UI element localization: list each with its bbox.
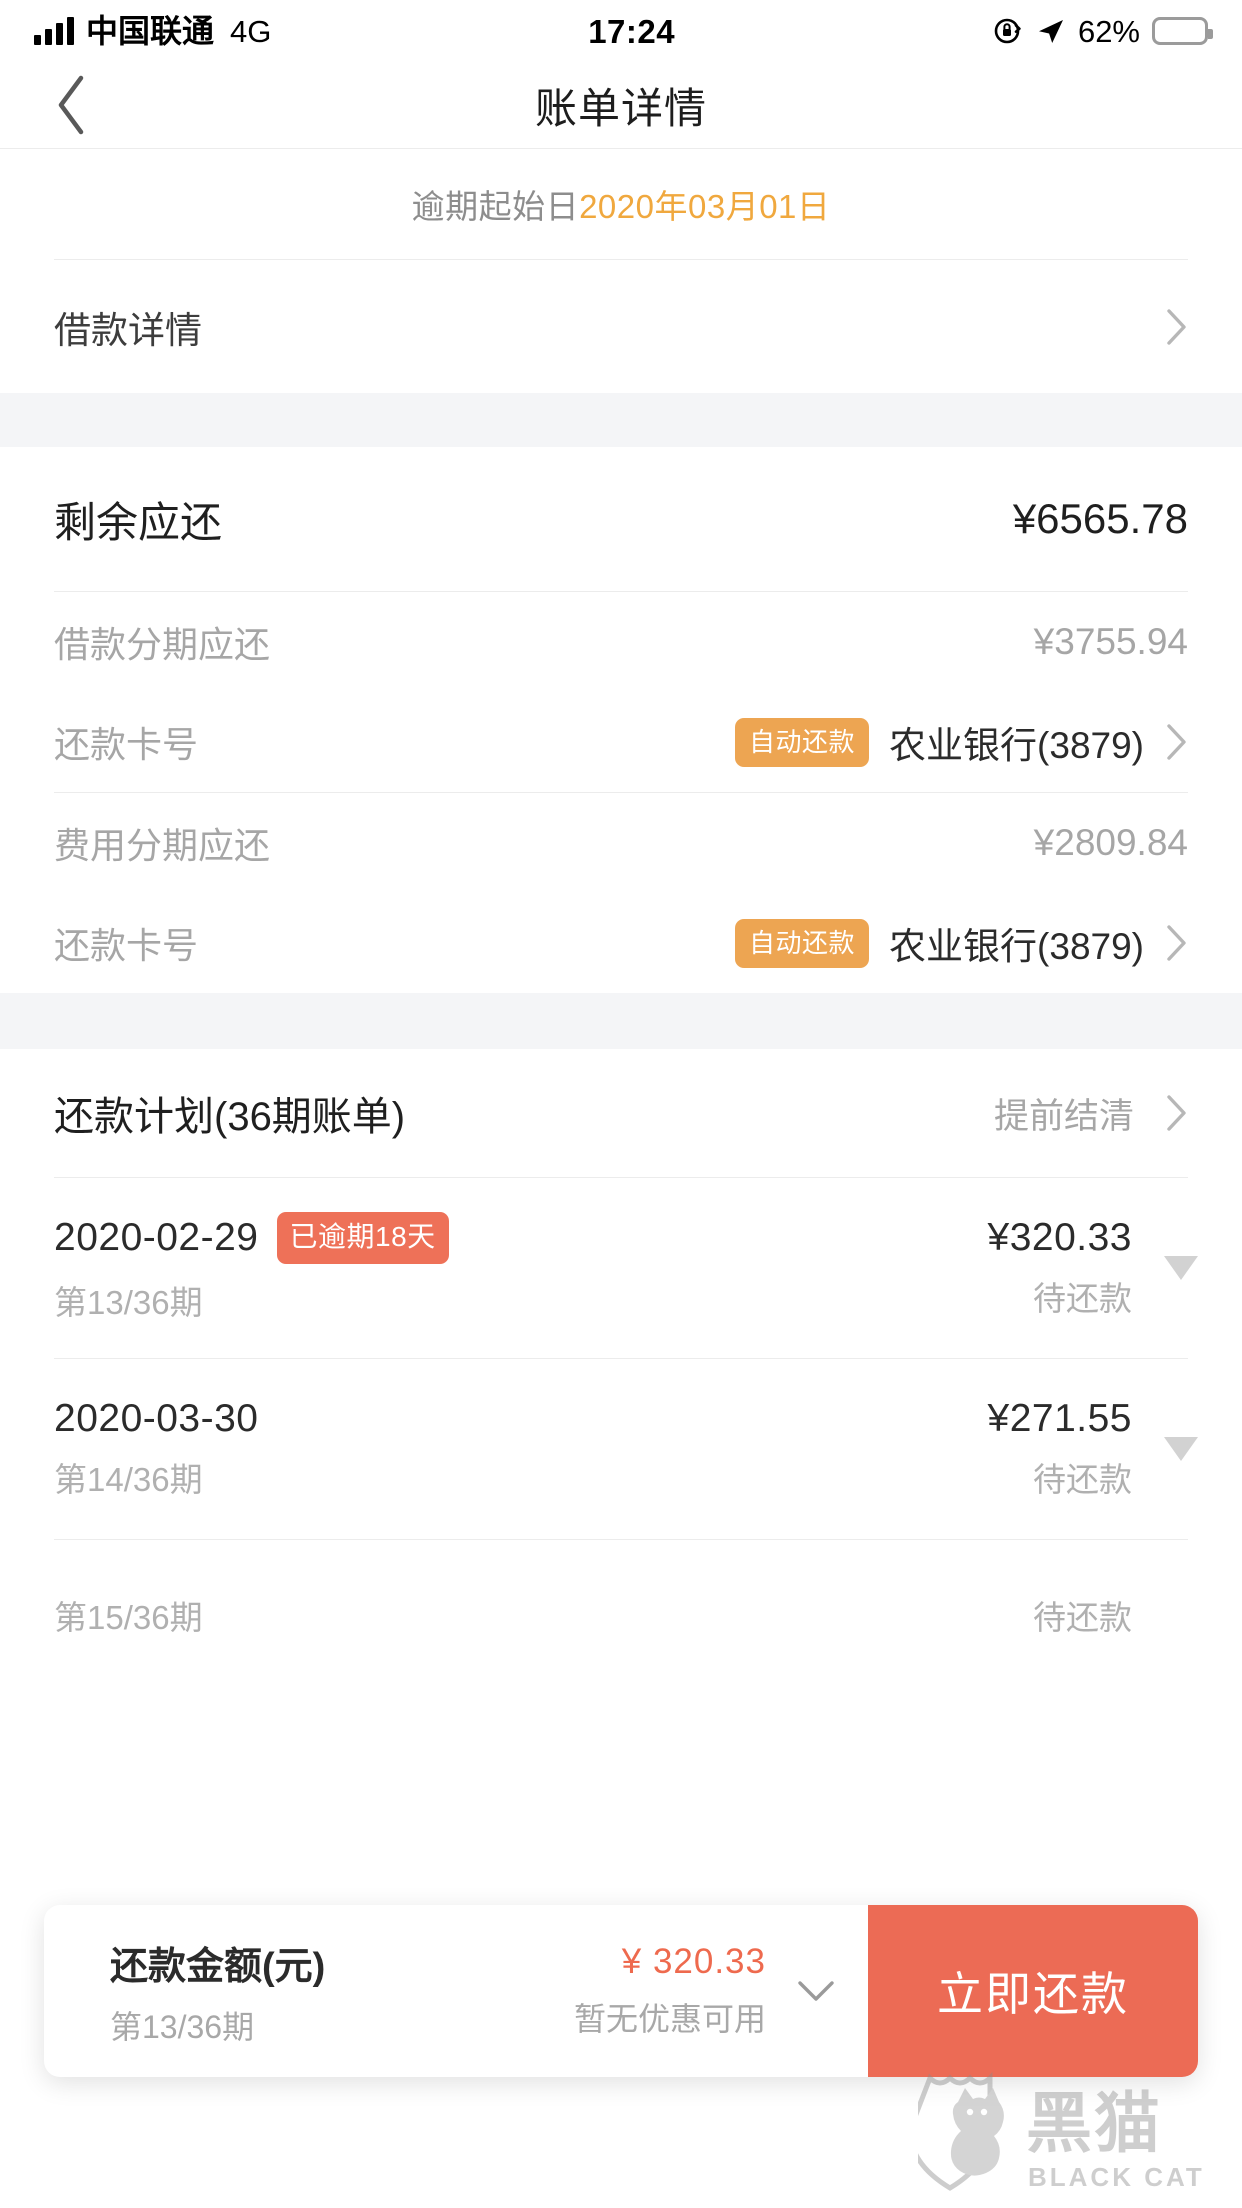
chevron-right-icon (1166, 924, 1188, 962)
repayment-price-col: ¥ 320.33 暂无优惠可用 (574, 1942, 766, 2040)
repayment-price-block[interactable]: ¥ 320.33 暂无优惠可用 (574, 1905, 868, 2077)
installment-amount: ¥271.55 (987, 1397, 1132, 1440)
auto-repay-badge: 自动还款 (735, 717, 870, 767)
principal-repay-card-label: 还款卡号 (54, 724, 199, 765)
auto-repay-badge: 自动还款 (735, 918, 870, 968)
installment-term: 第13/36期 (54, 1284, 203, 1321)
loan-detail-label: 借款详情 (54, 309, 202, 351)
installment-date: 2020-02-29 (54, 1216, 259, 1259)
nav-bar: 账单详情 (0, 62, 1242, 148)
installment-row[interactable]: 2020-03-30 第14/36期 ¥271.55 待还款 (0, 1359, 1242, 1539)
battery-icon (1152, 17, 1213, 45)
installment-date-wrap: 2020-03-30 (54, 1397, 259, 1441)
installment-left: 2020-03-30 第14/36期 (54, 1397, 259, 1501)
carrier-label: 中国联通 (86, 13, 215, 49)
content-scroll[interactable]: 逾期起始日 2020年03月01日 借款详情 剩余应还 ¥6565.78 借款分… (0, 148, 1242, 1690)
status-bar-center: 17:24 (271, 15, 992, 48)
remaining-due-row: 剩余应还 ¥6565.78 (0, 447, 1242, 591)
repayment-price: ¥ 320.33 (621, 1942, 766, 1981)
chevron-left-icon (54, 74, 88, 136)
fee-repay-card-row[interactable]: 还款卡号 自动还款 农业银行(3879) (0, 893, 1242, 993)
installment-amount: ¥320.33 (987, 1216, 1132, 1259)
rotation-lock-icon (992, 15, 1024, 47)
overdue-start-banner: 逾期起始日 2020年03月01日 (0, 149, 1242, 259)
installment-right: ¥271.55 待还款 (988, 1397, 1188, 1501)
repayment-promo-text: 暂无优惠可用 (573, 2001, 766, 2037)
location-arrow-icon (1036, 16, 1066, 46)
fee-installment-row: 费用分期应还 ¥2809.84 (0, 793, 1242, 893)
svg-text:黑猫: 黑猫 (1026, 2086, 1162, 2160)
section-gap-1 (0, 393, 1242, 447)
clock-label: 17:24 (588, 12, 676, 50)
network-mode-label: 4G (230, 13, 272, 49)
installment-status: 待还款 (1033, 1461, 1132, 1498)
repayment-amount-block: 还款金额(元) 第13/36期 (44, 1905, 325, 2077)
overdue-start-date: 2020年03月01日 (579, 188, 831, 225)
fee-repay-card-value: 农业银行(3879) (889, 926, 1144, 967)
repayment-action-bar: 还款金额(元) 第13/36期 ¥ 320.33 暂无优惠可用 立即还款 (44, 1905, 1198, 2077)
svg-text:BLACK CAT: BLACK CAT (1028, 2162, 1205, 2192)
back-button[interactable] (36, 70, 106, 140)
early-settlement-link[interactable]: 提前结清 (994, 1088, 1134, 1139)
status-bar-left: 中国联通 4G (34, 15, 271, 47)
installment-status: 待还款 (1033, 1280, 1132, 1317)
fee-installment-label: 费用分期应还 (54, 825, 271, 866)
triangle-down-icon[interactable] (1164, 1256, 1198, 1280)
overdue-start-label: 逾期起始日 (411, 188, 580, 225)
status-bar: 中国联通 4G 17:24 62% (0, 0, 1242, 62)
installment-term: 第15/36期 (54, 1599, 203, 1636)
overdue-badge: 已逾期18天 (276, 1212, 449, 1264)
installment-row[interactable]: 2020-02-29 已逾期18天 第13/36期 ¥320.33 待还款 (0, 1178, 1242, 1358)
principal-repay-card-row[interactable]: 还款卡号 自动还款 农业银行(3879) (0, 692, 1242, 792)
chevron-right-icon (1166, 1094, 1188, 1132)
repayment-amount-title: 还款金额(元) (110, 1945, 326, 1988)
chevron-right-icon (1166, 723, 1188, 761)
section-gap-2 (0, 993, 1242, 1049)
signal-bars-icon (34, 16, 74, 45)
repayment-plan-title: 还款计划(36期账单) (54, 1095, 406, 1139)
battery-percent-label: 62% (1077, 13, 1140, 49)
loan-detail-row[interactable]: 借款详情 (0, 260, 1242, 393)
principal-repay-card-value: 农业银行(3879) (889, 725, 1144, 766)
principal-installment-row: 借款分期应还 ¥3755.94 (0, 592, 1242, 692)
installment-term: 第14/36期 (54, 1461, 203, 1498)
chevron-right-icon (1166, 308, 1188, 346)
installment-left: 第15/36期 (54, 1591, 203, 1639)
installment-date: 2020-03-30 (54, 1397, 259, 1440)
pay-now-button[interactable]: 立即还款 (868, 1905, 1198, 2077)
installment-left: 2020-02-29 已逾期18天 第13/36期 (54, 1212, 449, 1324)
chevron-down-icon[interactable] (796, 1978, 836, 2004)
installment-status: 待还款 (1033, 1599, 1132, 1636)
remaining-due-value: ¥6565.78 (1012, 495, 1188, 542)
installment-right: 待还款 (1033, 1591, 1188, 1639)
repayment-plan-header-row[interactable]: 还款计划(36期账单) 提前结清 (0, 1049, 1242, 1177)
remaining-due-label: 剩余应还 (54, 498, 223, 546)
installment-right: ¥320.33 待还款 (988, 1216, 1188, 1320)
black-cat-shield-icon: 黑猫 BLACK CAT (918, 2071, 1205, 2192)
installment-row[interactable]: 第15/36期 待还款 (0, 1540, 1242, 1690)
fee-installment-value: ¥2809.84 (1033, 822, 1188, 863)
repayment-amount-term: 第13/36期 (110, 2008, 255, 2045)
black-cat-watermark: 黑猫 BLACK CAT (918, 2060, 1218, 2200)
phone-screen: 中国联通 4G 17:24 62% 账单详情 逾期起始日 2020年03月01日… (0, 0, 1242, 2208)
status-bar-right: 62% (992, 13, 1213, 49)
principal-installment-label: 借款分期应还 (54, 624, 271, 665)
fee-repay-card-label: 还款卡号 (54, 925, 199, 966)
page-title: 账单详情 (534, 84, 707, 132)
triangle-down-icon[interactable] (1164, 1437, 1198, 1461)
installment-date-wrap: 2020-02-29 已逾期18天 (54, 1212, 449, 1264)
principal-installment-value: ¥3755.94 (1033, 621, 1188, 662)
